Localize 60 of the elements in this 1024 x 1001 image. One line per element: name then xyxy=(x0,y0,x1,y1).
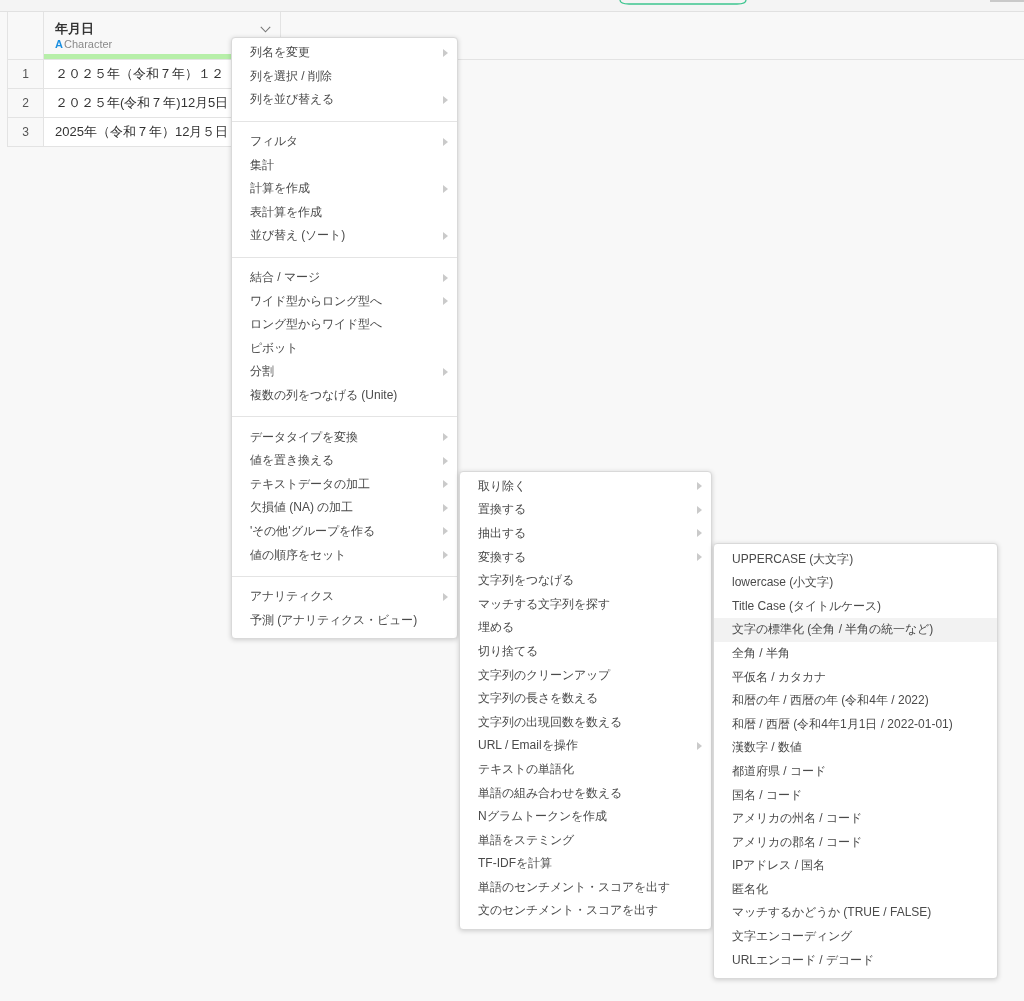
menu-item[interactable]: 漢数字 / 数値 xyxy=(714,736,997,760)
menu-item[interactable]: 全角 / 半角 xyxy=(714,641,997,666)
menu-item[interactable]: 値の順序をセット xyxy=(232,543,457,567)
menu-item[interactable]: 単語をステミング xyxy=(460,828,711,852)
menu-item[interactable]: データタイプを変換 xyxy=(232,425,457,449)
menu-item[interactable]: 欠損値 (NA) の加工 xyxy=(232,496,457,520)
menu-item[interactable]: マッチする文字列を探す xyxy=(460,592,711,617)
menu-item[interactable]: 置換する xyxy=(460,498,711,522)
menu-item[interactable]: 埋める xyxy=(460,616,711,640)
menu-item[interactable]: アメリカの州名 / コード xyxy=(714,806,997,831)
menu-item[interactable]: 変換する xyxy=(460,545,711,569)
menu-item[interactable]: テキストの単語化 xyxy=(460,757,711,782)
menu-item[interactable]: ロング型からワイド型へ xyxy=(232,312,457,337)
menu-item[interactable]: IPアドレス / 国名 xyxy=(714,854,997,878)
menu-item[interactable]: 匿名化 xyxy=(714,877,997,902)
menu-item[interactable]: 単語の組み合わせを数える xyxy=(460,781,711,805)
menu-item[interactable]: テキストデータの加工 xyxy=(232,472,457,497)
column-type: Character xyxy=(63,37,113,51)
menu-item[interactable]: 和暦 / 西暦 (令和4年1月1日 / 2022-01-01) xyxy=(714,712,997,737)
menu-item[interactable]: 文のセンチメント・スコアを出す xyxy=(460,899,711,923)
chevron-down-icon[interactable] xyxy=(260,25,271,33)
menu-item[interactable]: 国名 / コード xyxy=(714,783,997,807)
menu-item[interactable]: ワイド型からロング型へ xyxy=(232,289,457,313)
menu-item[interactable]: 複数の列をつなげる (Unite) xyxy=(232,383,457,408)
menu-item[interactable]: lowercase (小文字) xyxy=(714,570,997,595)
menu-item[interactable]: 文字列をつなげる xyxy=(460,568,711,593)
menu-item[interactable]: アメリカの郡名 / コード xyxy=(714,830,997,854)
menu-item[interactable]: TF-IDFを計算 xyxy=(460,852,711,876)
menu-item[interactable]: 文字列のクリーンアップ xyxy=(460,663,711,687)
menu-item[interactable]: 予測 (アナリティクス・ビュー) xyxy=(232,608,457,633)
menu-item[interactable]: URL / Emailを操作 xyxy=(460,734,711,758)
menu-item[interactable]: マッチするかどうか (TRUE / FALSE) xyxy=(714,901,997,925)
menu-item[interactable]: 抽出する xyxy=(460,521,711,546)
menu-item[interactable]: 文字列の出現回数を数える xyxy=(460,710,711,735)
menu-item[interactable]: Title Case (タイトルケース) xyxy=(714,594,997,619)
menu-item[interactable]: 文字の標準化 (全角 / 半角の統一など) xyxy=(714,618,997,642)
menu-item[interactable]: Nグラムトークンを作成 xyxy=(460,804,711,829)
menu-item[interactable]: 計算を作成 xyxy=(232,176,457,201)
menu-item[interactable]: UPPERCASE (大文字) xyxy=(714,547,997,571)
menu-item[interactable]: URLエンコード / デコード xyxy=(714,948,997,972)
menu-item[interactable]: 'その他'グループを作る xyxy=(232,519,457,544)
menu-item[interactable]: 表計算を作成 xyxy=(232,200,457,225)
menu-item[interactable]: 分割 xyxy=(232,360,457,384)
menu-item[interactable]: 切り捨てる xyxy=(460,639,711,664)
menu-item[interactable]: 和暦の年 / 西暦の年 (令和4年 / 2022) xyxy=(714,688,997,713)
menu-item[interactable]: アナリティクス xyxy=(232,584,457,609)
pill-button[interactable] xyxy=(619,0,747,5)
menu-item[interactable]: 値を置き換える xyxy=(232,448,457,473)
menu-item[interactable]: 結合 / マージ xyxy=(232,265,457,290)
menu-item[interactable]: 文字エンコーディング xyxy=(714,924,997,949)
type-icon: A xyxy=(55,37,63,51)
menu-item[interactable]: 取り除く xyxy=(460,474,711,499)
menu-item[interactable]: 文字列の長さを数える xyxy=(460,686,711,711)
menu-item[interactable]: 都道府県 / コード xyxy=(714,759,997,784)
menu-item[interactable]: ピボット xyxy=(232,336,457,361)
menu-item[interactable]: 平仮名 / カタカナ xyxy=(714,665,997,689)
menu-item[interactable]: 並び替え (ソート) xyxy=(232,224,457,248)
menu-item[interactable]: 集計 xyxy=(232,153,457,177)
column-title: 年月日 xyxy=(55,21,94,37)
menu-item[interactable]: 単語のセンチメント・スコアを出す xyxy=(460,875,711,900)
